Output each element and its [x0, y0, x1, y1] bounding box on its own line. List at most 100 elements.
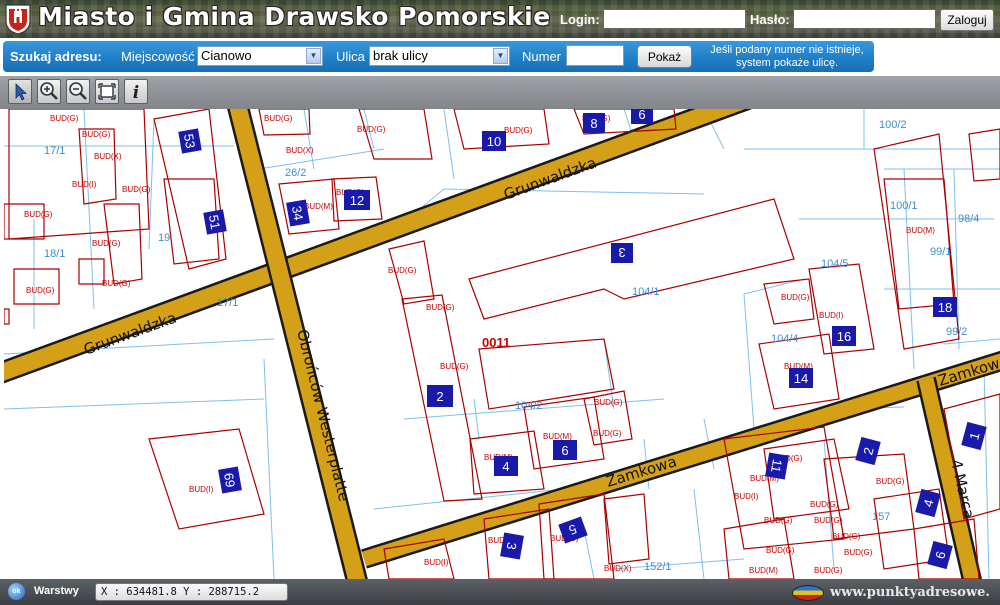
house-number-box: 3 — [500, 532, 524, 560]
locality-value: Cianowo — [201, 48, 252, 63]
svg-text:BUD(G): BUD(G) — [814, 566, 843, 575]
svg-text:BUD(G): BUD(G) — [122, 185, 151, 194]
svg-text:i: i — [133, 83, 139, 103]
brand-logo — [792, 584, 824, 601]
street-name-zamkowa: Zamkowa — [936, 351, 1000, 390]
coordinates-readout: X : 634481.8 Y : 288715.2 — [95, 583, 288, 601]
house-number-box: 4 — [915, 488, 941, 518]
precinct-label: 0011 — [482, 335, 510, 350]
house-number-box: 10 — [482, 131, 506, 151]
info-tool-button[interactable]: i — [124, 79, 148, 104]
map-view[interactable]: 0011 17/1 18/1 19 26/2 100/2 100/1 98/4 … — [4, 109, 1000, 579]
locality-select[interactable]: Cianowo ▼ — [197, 46, 323, 66]
chevron-down-icon[interactable]: ▼ — [493, 48, 508, 64]
building-labels: BUD(G) BUD(G) BUD(X) BUD(I) BUD(G) BUD(G… — [24, 114, 935, 575]
svg-text:51: 51 — [206, 214, 223, 231]
full-extent-button[interactable] — [95, 79, 119, 104]
parcel-number: 99/2 — [946, 326, 967, 338]
parcel-number: 17/1 — [44, 145, 65, 157]
svg-text:69: 69 — [221, 472, 238, 489]
show-button[interactable]: Pokaż — [637, 45, 692, 68]
zoom-in-icon — [40, 82, 58, 100]
parcel-number: 104/1 — [632, 286, 660, 298]
svg-text:6: 6 — [638, 109, 645, 122]
zoom-out-button[interactable] — [66, 79, 90, 104]
cadastral-map[interactable]: 0011 17/1 18/1 19 26/2 100/2 100/1 98/4 … — [4, 109, 1000, 579]
number-label: Numer — [522, 49, 562, 64]
svg-text:BUD(G): BUD(G) — [844, 548, 873, 557]
street-label: Ulica — [336, 49, 365, 64]
address-search-bar: Szukaj adresu: Miejscowość Cianowo ▼ Uli… — [3, 41, 874, 72]
map-toolbar: i — [0, 76, 1000, 109]
info-icon: i — [133, 83, 139, 103]
svg-text:BUD(G): BUD(G) — [426, 303, 455, 312]
parcel-number: 157 — [872, 511, 890, 523]
svg-text:BUD(G): BUD(G) — [264, 114, 293, 123]
brand-text: www.punktyadresowe. — [830, 585, 990, 600]
select-arrow-icon — [15, 83, 28, 101]
app-header: Miasto i Gmina Drawsko Pomorskie Login: … — [0, 0, 1000, 38]
search-hint: Jeśli podany numer nie istnieje, system … — [710, 44, 864, 69]
svg-text:BUD(G): BUD(G) — [440, 362, 469, 371]
parcel-number: 100/2 — [879, 119, 907, 131]
street-select[interactable]: brak ulicy ▼ — [369, 46, 510, 66]
svg-text:BUD(G): BUD(G) — [26, 286, 55, 295]
svg-text:4: 4 — [502, 459, 509, 474]
svg-text:BUD(G): BUD(G) — [102, 279, 131, 288]
svg-text:BUD(G): BUD(G) — [82, 130, 111, 139]
svg-text:BUD(G): BUD(G) — [504, 126, 533, 135]
svg-text:8: 8 — [590, 116, 597, 131]
full-extent-icon — [98, 83, 116, 100]
select-tool-button[interactable] — [8, 79, 32, 104]
layers-icon[interactable]: ok — [8, 583, 25, 600]
app-title: Miasto i Gmina Drawsko Pomorskie — [38, 2, 551, 31]
svg-text:BUD(G): BUD(G) — [388, 266, 417, 275]
svg-text:16: 16 — [837, 329, 851, 344]
house-number-box: 12 — [344, 190, 370, 210]
svg-text:BUD(G): BUD(G) — [781, 293, 810, 302]
house-number-box: 4 — [494, 456, 518, 476]
svg-text:12: 12 — [350, 193, 364, 208]
parcel-number: 18/1 — [44, 248, 65, 260]
svg-text:BUD(G): BUD(G) — [764, 516, 793, 525]
svg-text:BUD(I): BUD(I) — [189, 485, 214, 494]
zoom-out-icon — [69, 82, 87, 100]
house-number-box: 3 — [611, 243, 633, 263]
locality-label: Miejscowość — [121, 49, 195, 64]
parcel-number: 19 — [158, 232, 170, 244]
zoom-in-button[interactable] — [37, 79, 61, 104]
layers-button[interactable]: Warstwy — [34, 585, 79, 597]
svg-text:BUD(G): BUD(G) — [832, 532, 861, 541]
svg-text:34: 34 — [289, 205, 306, 222]
svg-text:11: 11 — [768, 458, 785, 474]
chevron-down-icon[interactable]: ▼ — [306, 48, 321, 64]
svg-text:BUD(G): BUD(G) — [814, 516, 843, 525]
svg-text:BUD(X): BUD(X) — [604, 564, 632, 573]
number-input[interactable] — [566, 45, 624, 66]
password-input[interactable] — [793, 9, 936, 29]
house-number-box: 53 — [178, 128, 202, 154]
house-number-box: 16 — [832, 326, 856, 346]
parcel-number: 100/1 — [890, 200, 918, 212]
parcel-number: 17/1 — [217, 297, 238, 309]
svg-text:6: 6 — [561, 443, 568, 458]
parcel-number: 99/1 — [930, 246, 951, 258]
svg-text:BUD(G): BUD(G) — [50, 114, 79, 123]
svg-text:14: 14 — [794, 371, 808, 386]
password-label: Hasło: — [750, 12, 790, 27]
svg-text:BUD(G): BUD(G) — [357, 125, 386, 134]
svg-text:BUD(M): BUD(M) — [543, 432, 572, 441]
svg-text:BUD(G): BUD(G) — [766, 546, 795, 555]
parcel-number: 98/4 — [958, 213, 979, 225]
svg-text:BUD(I): BUD(I) — [72, 180, 97, 189]
street-names: Grunwaldzka Grunwaldzka Obrońców Westerp… — [81, 154, 1000, 521]
login-button[interactable]: Zaloguj — [940, 9, 994, 31]
svg-text:3: 3 — [618, 245, 625, 260]
login-input[interactable] — [603, 9, 746, 29]
search-title: Szukaj adresu: — [10, 49, 102, 64]
parcel-number: 152/1 — [644, 561, 672, 573]
house-number-box: 69 — [218, 466, 242, 494]
house-number-box: 6 — [553, 440, 577, 460]
brand-link[interactable]: www.punktyadresowe. — [792, 584, 990, 601]
house-number-box: 6 — [927, 540, 953, 570]
